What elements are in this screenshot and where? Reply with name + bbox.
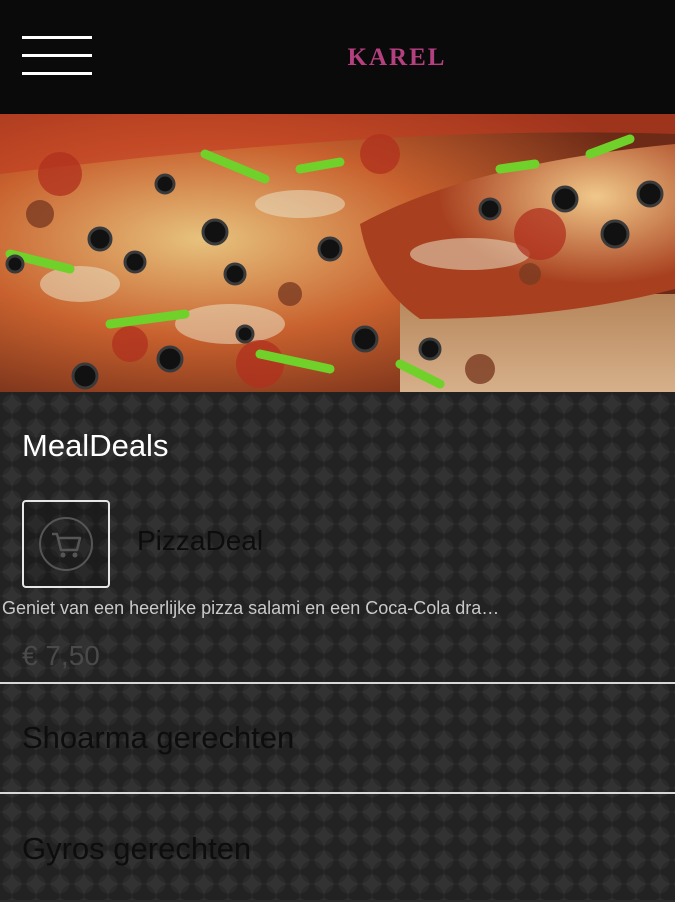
brand-title: KAREL [347,44,447,71]
deal-description: Geniet van een heerlijke pizza salami en… [2,598,500,618]
category-label: Shoarma gerechten [22,720,295,755]
top-app-bar: KAREL [0,0,675,114]
deal-price: € 7,50 [22,640,100,671]
category-label: Gyros gerechten [22,831,252,866]
section-title: MealDeals [22,428,169,463]
deal-title[interactable]: PizzaDeal [137,525,263,557]
category-gyros[interactable]: Gyros gerechten [0,794,675,902]
hero-pizza-image [0,114,675,392]
category-shoarma[interactable]: Shoarma gerechten [0,684,675,792]
shopping-cart-icon[interactable] [22,500,110,588]
